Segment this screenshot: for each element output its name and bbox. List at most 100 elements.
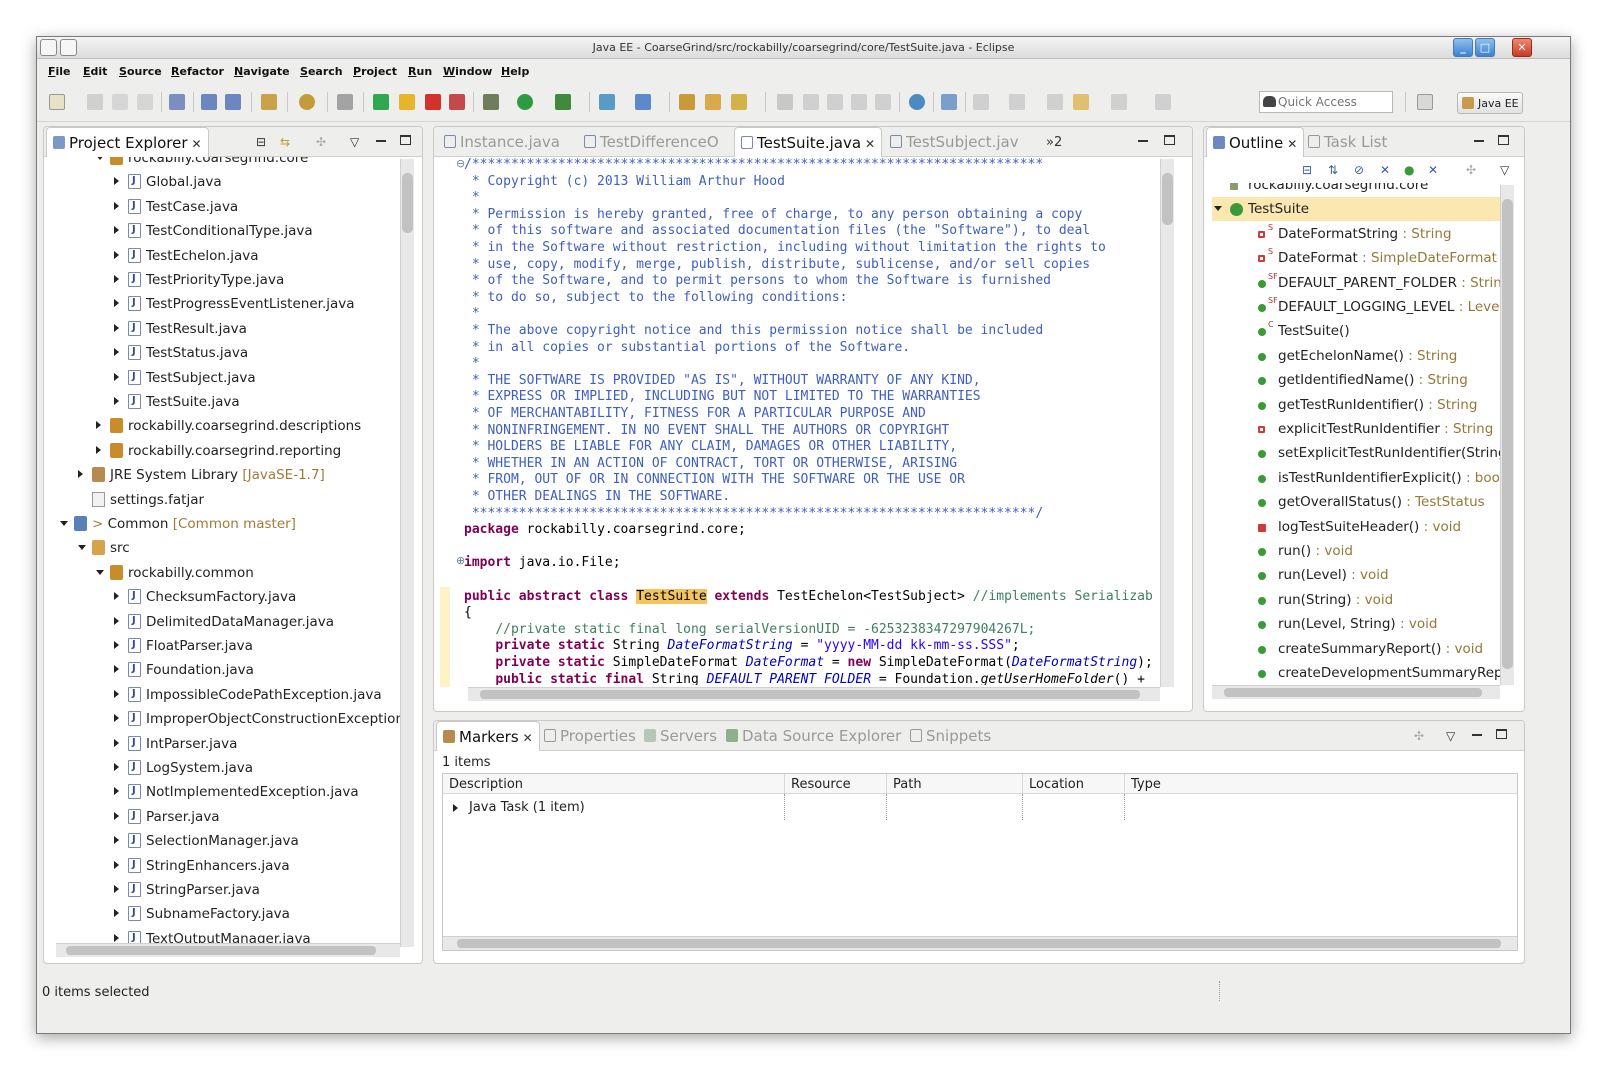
outline-item[interactable]: C TestSuite()	[1212, 319, 1502, 343]
suspend-icon[interactable]	[399, 94, 415, 110]
project-tree-hscroll[interactable]	[56, 943, 400, 957]
outline-item[interactable]: run(Level, String) : void	[1212, 612, 1502, 636]
menu-run[interactable]: Run	[408, 65, 432, 78]
tab-data-source-explorer[interactable]: Data Source Explorer	[726, 721, 901, 751]
more-tabs-button[interactable]: »2	[1046, 127, 1062, 157]
menu-search[interactable]: Search	[300, 65, 343, 78]
close-tab-icon[interactable]: ✕	[192, 137, 202, 151]
outline-item[interactable]: getIdentifiedName() : String	[1212, 368, 1502, 392]
outline-vscroll[interactable]	[1500, 185, 1514, 685]
open-folder-icon[interactable]	[705, 94, 721, 110]
prev-annotation-icon[interactable]	[1009, 94, 1025, 110]
tab-outline[interactable]: Outline ✕	[1206, 127, 1305, 157]
run-server-icon[interactable]	[555, 94, 571, 110]
outline-item[interactable]: getEchelonName() : String	[1212, 344, 1502, 368]
whitespace-icon[interactable]	[851, 94, 867, 110]
open-perspective-icon[interactable]	[1417, 94, 1433, 110]
tab-task-list[interactable]: Task List	[1308, 127, 1387, 157]
link-editor-icon[interactable]: ⇆	[280, 135, 290, 149]
expand-arrow-icon[interactable]	[114, 177, 119, 186]
minimize-view-icon[interactable]	[1474, 140, 1484, 142]
editor-hscroll[interactable]	[468, 687, 1160, 701]
outline-item[interactable]: setExplicitTestRunIdentifier(String) : v	[1212, 441, 1502, 465]
outline-item[interactable]: rockabilly.coarsegrind.core	[1212, 183, 1502, 197]
tab-properties[interactable]: Properties	[544, 721, 636, 751]
outline-item[interactable]: createDevelopmentSummaryReport	[1212, 661, 1502, 683]
expand-arrow-icon[interactable]	[96, 421, 101, 430]
menu-file[interactable]: File	[48, 65, 71, 78]
outline-item[interactable]: S DateFormat : SimpleDateFormat	[1212, 246, 1502, 270]
scroll-thumb[interactable]	[457, 939, 1501, 948]
expand-arrow-icon[interactable]	[114, 372, 119, 381]
outline-item[interactable]: explicitTestRunIdentifier : String	[1212, 417, 1502, 441]
minimize-view-icon[interactable]	[376, 140, 386, 142]
expand-arrow-icon[interactable]	[114, 836, 119, 845]
new-icon[interactable]	[49, 94, 65, 110]
close-tab-icon[interactable]: ✕	[865, 137, 875, 151]
last-edit-icon[interactable]	[1047, 94, 1063, 110]
column-path[interactable]: Path	[887, 774, 1023, 794]
expand-arrow-icon[interactable]	[114, 299, 119, 308]
expand-arrow-icon[interactable]	[114, 738, 119, 747]
expand-arrow-icon[interactable]	[114, 226, 119, 235]
external-tools-icon[interactable]	[599, 94, 615, 110]
collapse-all-icon[interactable]: ⊟	[256, 135, 266, 149]
refresh-icon[interactable]	[299, 94, 315, 110]
expand-arrow-icon[interactable]	[114, 689, 119, 698]
maximize-view-icon[interactable]	[1496, 729, 1507, 739]
tab-testdifferenceo[interactable]: TestDifferenceO	[584, 127, 719, 157]
maximize-view-icon[interactable]	[1164, 135, 1175, 145]
expand-arrow-icon[interactable]	[114, 860, 119, 869]
expand-arrow-icon[interactable]	[114, 323, 119, 332]
view-menu-icon[interactable]: ▽	[350, 135, 359, 149]
expand-arrow-icon[interactable]	[453, 804, 458, 812]
forward-icon[interactable]	[1111, 94, 1127, 110]
expand-arrow-icon[interactable]	[114, 787, 119, 796]
hide-nonpublic-icon[interactable]: ●	[1404, 163, 1414, 177]
editor-vscroll[interactable]	[1160, 159, 1174, 687]
wand-icon[interactable]	[731, 94, 747, 110]
step-icon[interactable]	[337, 94, 353, 110]
outline-item[interactable]: SF DEFAULT_LOGGING_LEVEL : Level	[1212, 295, 1502, 319]
outline-item[interactable]: run(Level) : void	[1212, 563, 1502, 587]
expand-arrow-icon[interactable]	[114, 592, 119, 601]
project-tree-vscroll[interactable]	[400, 159, 414, 947]
column-description[interactable]: Description	[443, 774, 785, 794]
sort-icon[interactable]: ⇅	[1328, 163, 1338, 177]
expand-arrow-icon[interactable]	[114, 641, 119, 649]
expand-arrow-icon[interactable]	[114, 616, 119, 625]
outline-item[interactable]: isTestRunIdentifierExplicit() : boolean	[1212, 466, 1502, 490]
expand-arrow-icon[interactable]	[114, 714, 119, 723]
collapse-all-icon[interactable]: ⊟	[1302, 163, 1312, 177]
quick-access[interactable]	[1259, 91, 1393, 113]
code-area[interactable]: /***************************************…	[464, 157, 1158, 685]
minimize-view-icon[interactable]	[1472, 734, 1482, 736]
expand-arrow-icon[interactable]	[114, 397, 119, 405]
outline-item[interactable]: run() : void	[1212, 539, 1502, 563]
maximize-view-icon[interactable]	[400, 135, 411, 145]
collapse-arrow-icon[interactable]	[96, 569, 104, 575]
open-project-icon[interactable]	[679, 94, 695, 110]
tab-testsubject-java[interactable]: TestSubject.jav	[890, 127, 1019, 157]
outline-item[interactable]: getOverallStatus() : TestStatus	[1212, 490, 1502, 514]
collapse-arrow-icon[interactable]	[96, 157, 104, 160]
print-icon[interactable]	[137, 94, 153, 110]
menu-refactor[interactable]: Refactor	[171, 65, 224, 78]
expand-arrow-icon[interactable]	[114, 348, 119, 357]
new-server-icon[interactable]	[635, 94, 651, 110]
back-icon[interactable]	[1073, 94, 1089, 110]
close-window-button[interactable]: ✕	[1512, 38, 1532, 57]
outline-view-menu-icon[interactable]: ▽	[1500, 163, 1509, 177]
column-type[interactable]: Type	[1125, 774, 1517, 794]
expand-arrow-icon[interactable]	[114, 665, 119, 674]
tab-instance-java[interactable]: Instance.java	[444, 127, 560, 157]
tab-testsuite-java[interactable]: TestSuite.java ✕	[734, 127, 883, 157]
perspective-java-ee[interactable]: Java EE	[1457, 92, 1523, 114]
hide-static-icon[interactable]: ✕	[1380, 163, 1390, 177]
scroll-thumb[interactable]	[480, 690, 1140, 699]
outline-item[interactable]: TestSuite	[1212, 197, 1502, 222]
scroll-thumb[interactable]	[1224, 688, 1482, 697]
outline-hscroll[interactable]	[1212, 685, 1500, 699]
debug-icon[interactable]	[483, 94, 499, 110]
paragraph-icon[interactable]	[875, 94, 891, 110]
